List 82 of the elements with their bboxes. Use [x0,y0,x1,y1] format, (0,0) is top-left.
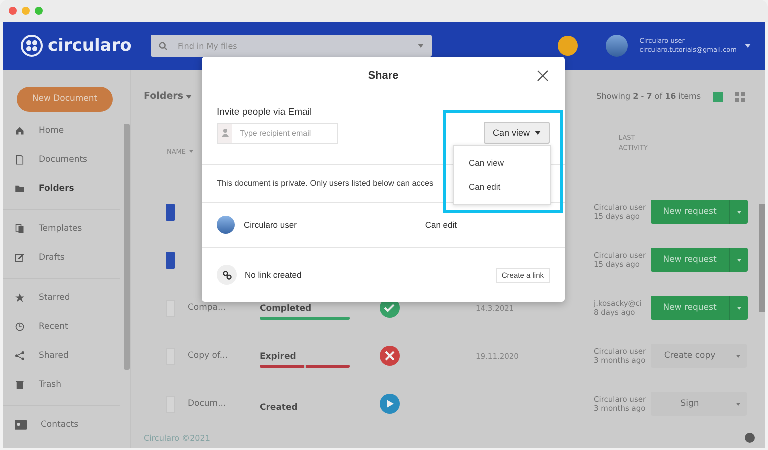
play-icon [380,394,400,414]
logo-icon [21,35,43,57]
star-icon [15,293,25,303]
caret-icon [736,258,742,262]
home-icon [15,126,25,136]
dropdown-button[interactable] [729,248,748,272]
person-icon [222,129,228,137]
search-icon [159,42,168,50]
grid-view-icon[interactable] [735,92,745,102]
caret-icon [736,402,740,406]
document-icon [15,155,25,165]
link-status: No link created [245,270,302,280]
clock-icon [15,322,25,332]
link-icon [222,270,232,280]
status-label: Expired [260,352,298,362]
sidebar-item[interactable]: Folders [3,174,120,204]
new-document-button[interactable]: New Document [17,86,113,112]
edit-icon [15,253,25,263]
sidebar-item[interactable]: Trash [3,370,120,400]
document-icon [166,252,175,269]
status-label: Completed [260,304,313,314]
caret-icon[interactable] [186,94,192,99]
user-avatar [217,216,235,234]
folder-icon [15,184,25,194]
menu-item[interactable]: Can view [454,151,550,175]
document-icon [166,204,175,221]
caret-icon [736,354,740,358]
action-button[interactable]: New request [651,296,729,320]
trash-icon [15,380,25,390]
user-permission: Can edit [425,220,457,230]
close-icon [537,70,549,82]
dropdown-button[interactable] [729,200,748,224]
share-icon [15,351,25,361]
caret-icon [535,131,541,135]
minimize-window-dot[interactable] [22,7,30,15]
footer-text: Circularo ©2021 [144,434,210,443]
status-label: Created [260,403,299,414]
action-button[interactable]: New request [651,200,729,224]
list-view-icon[interactable] [713,92,723,102]
caret-icon[interactable] [745,44,751,48]
logo-text: circularo [48,36,132,56]
sidebar-item[interactable]: Documents [3,146,120,174]
privacy-notice: This document is private. Only users listed below can acces [217,179,434,188]
caret-icon [418,44,424,48]
dropdown-button[interactable] [729,296,748,320]
document-name[interactable]: Compa... [188,303,226,314]
caret-icon [736,306,742,310]
close-button[interactable] [537,70,549,82]
sidebar-item[interactable]: Templates [3,214,120,244]
sidebar-item[interactable]: Shared [3,342,120,370]
user-avatar[interactable] [606,35,628,57]
notification-badge[interactable] [558,36,578,56]
cross-icon [380,346,400,366]
menu-item[interactable]: Can edit [454,175,550,199]
sidebar-item[interactable]: Drafts [3,244,120,272]
sidebar-item[interactable]: Recent [3,312,120,342]
sort-icon[interactable] [189,150,194,154]
action-button[interactable]: Sign [651,392,729,416]
scrollbar[interactable] [759,204,765,312]
document-name[interactable]: Copy of... [188,351,228,362]
sidebar-item[interactable]: Starred [3,284,120,312]
action-button[interactable]: New request [651,248,729,272]
copy-icon [15,224,25,234]
sidebar-item[interactable]: Home [3,116,120,146]
contact-card-icon [15,420,27,430]
action-button[interactable]: Create copy [651,344,729,368]
search-field[interactable]: Find in My files [176,40,410,52]
item-count: Showing 2 - 7 of 16 items [596,92,701,102]
scrollbar[interactable] [124,124,130,370]
zoom-window-dot[interactable] [35,7,43,15]
close-window-dot[interactable] [9,7,17,15]
help-icon[interactable] [745,433,755,444]
email-box[interactable]: Type recipient email [217,122,338,144]
dialog-title: Share [368,70,399,82]
folders-menu[interactable]: Folders [144,91,184,102]
invite-label: Invite people via Email [217,107,314,118]
user-name: Circularo user [244,220,297,230]
sidebar-item[interactable]: Contacts [3,410,120,440]
document-name[interactable]: Docum... [188,399,226,410]
search-box[interactable]: Find in My files [151,35,432,57]
permission-dropdown[interactable]: Can view [484,122,550,144]
caret-icon [736,210,742,214]
